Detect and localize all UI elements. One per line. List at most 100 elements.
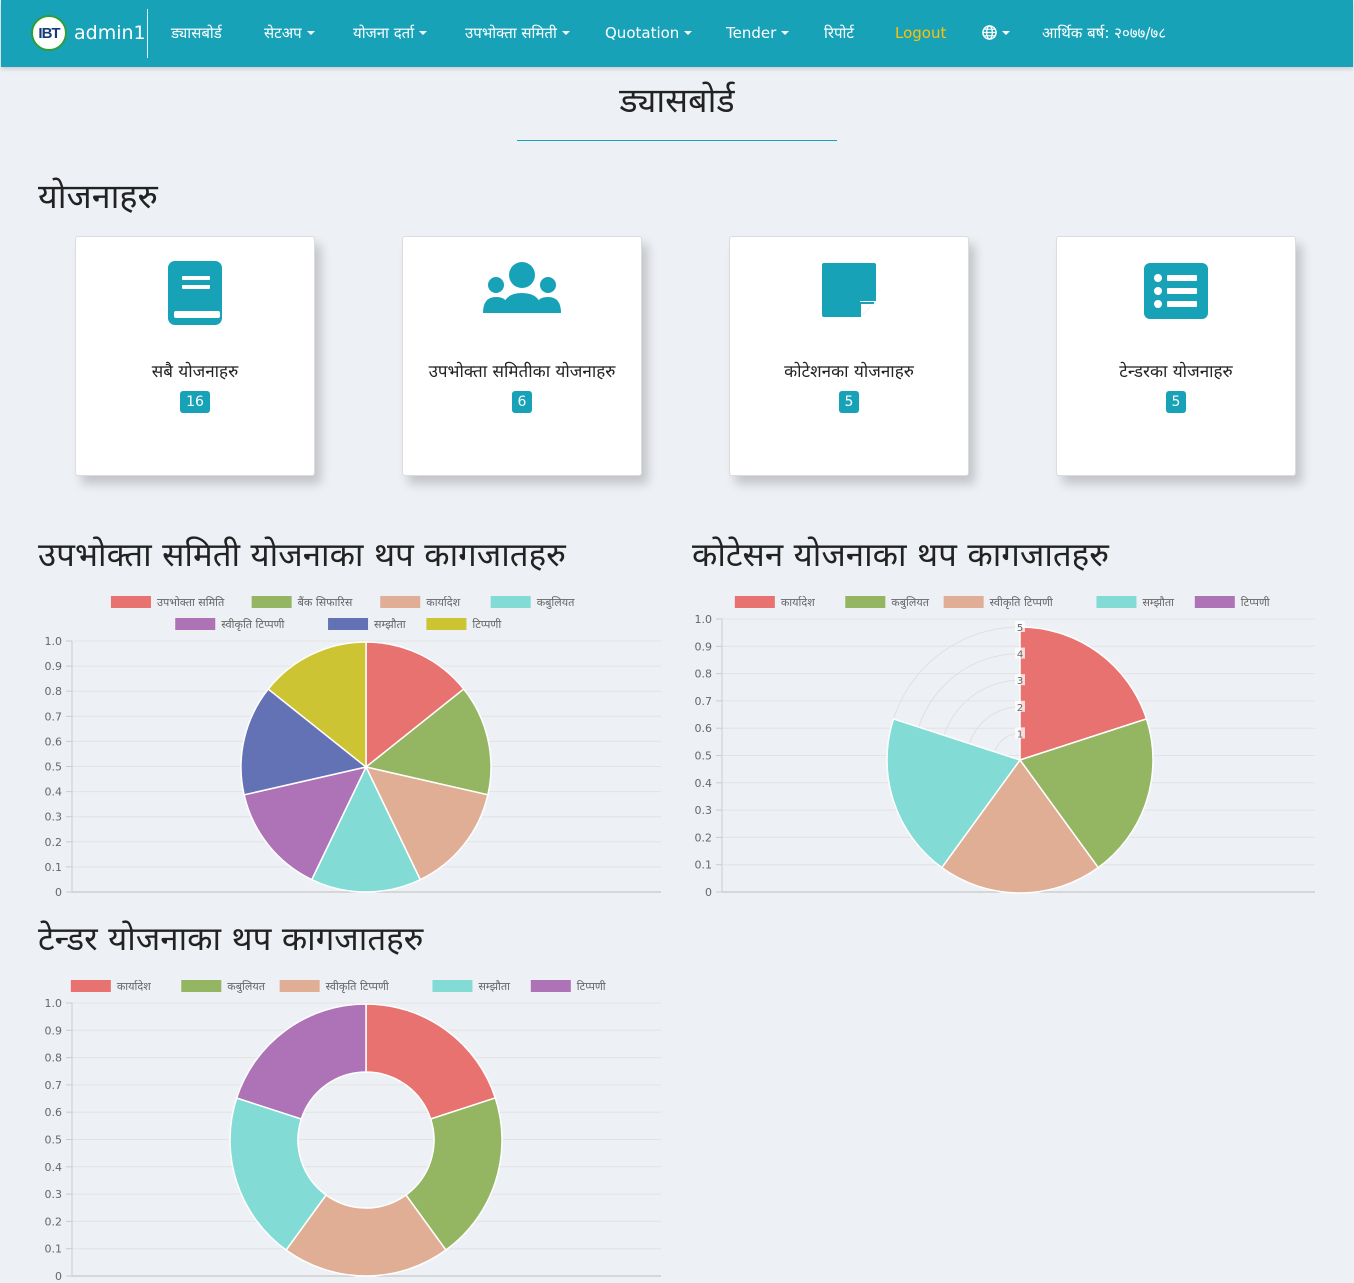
section-title: योजनाहरु bbox=[38, 177, 158, 217]
y-tick-label: 0.9 bbox=[695, 640, 713, 653]
y-tick-label: 0.4 bbox=[45, 786, 63, 799]
y-tick-label: 0.5 bbox=[695, 750, 713, 763]
title-divider bbox=[517, 140, 837, 141]
nav-setup-label: सेटअप bbox=[264, 24, 302, 42]
legend-swatch bbox=[432, 980, 473, 992]
list-icon bbox=[1144, 263, 1208, 319]
y-tick-label: 0.7 bbox=[45, 710, 63, 723]
chart-tender-doughnut: कार्यादेश कबुलियत स्वीकृति टिप्पणी सम्झौता ट… bbox=[45, 980, 661, 1283]
brand[interactable]: IBT admin1 bbox=[31, 13, 146, 53]
legend-swatch bbox=[1194, 596, 1235, 608]
card-label: कोटेशनका योजनाहरु bbox=[784, 362, 914, 382]
nav-yojana-darta[interactable]: योजना दर्ता bbox=[353, 22, 428, 44]
legend-swatch bbox=[734, 596, 775, 608]
nav-quotation-label: Quotation bbox=[605, 24, 680, 42]
language-dropdown[interactable] bbox=[982, 22, 1010, 44]
nav-logout[interactable]: Logout bbox=[895, 22, 946, 44]
legend-swatch bbox=[380, 596, 421, 608]
slice bbox=[235, 1003, 367, 1120]
legend-label: टिप्पणी bbox=[577, 980, 606, 993]
legend-label: कार्यादेश bbox=[426, 596, 460, 609]
chart-consumer-pie: उपभोक्ता समिति बैंक सिफारिस कार्यादेश कबुलि… bbox=[45, 596, 661, 899]
legend-swatch bbox=[845, 596, 886, 608]
radial-tick-label: 5 bbox=[1017, 623, 1023, 634]
nav-consumer-committee[interactable]: उपभोक्ता समिती bbox=[465, 22, 570, 44]
legend-swatch bbox=[251, 596, 292, 608]
card-label: सबै योजनाहरु bbox=[151, 362, 239, 382]
y-tick-label: 0 bbox=[55, 1270, 62, 1283]
legend-label: टिप्पणी bbox=[1241, 596, 1270, 609]
book-icon bbox=[168, 261, 222, 325]
legend-label: स्वीकृति टिप्पणी bbox=[990, 596, 1053, 609]
y-tick-label: 0 bbox=[55, 886, 62, 899]
radial-tick-label: 4 bbox=[1017, 650, 1023, 661]
y-tick-label: 0.3 bbox=[695, 804, 713, 817]
brand-divider bbox=[147, 9, 148, 58]
caret-down-icon bbox=[781, 31, 790, 35]
brand-name[interactable]: admin1 bbox=[74, 22, 146, 44]
radial-tick-label: 1 bbox=[1017, 729, 1023, 740]
legend-swatch bbox=[530, 980, 571, 992]
users-icon bbox=[483, 262, 561, 313]
chart-heading-quotation: कोटेसन योजनाका थप कागजातहरु bbox=[692, 535, 1109, 574]
legend-swatch bbox=[181, 980, 222, 992]
navbar: IBT admin1 ड्यासबोर्ड सेटअप योजना दर्ता … bbox=[1, 0, 1353, 67]
legend-swatch bbox=[110, 596, 151, 608]
card-label: टेन्डरका योजनाहरु bbox=[1119, 362, 1233, 382]
y-tick-label: 0.9 bbox=[45, 1024, 63, 1037]
y-tick-label: 0.7 bbox=[695, 695, 713, 708]
nav-report[interactable]: रिपोर्ट bbox=[824, 22, 854, 44]
legend-swatch bbox=[1096, 596, 1137, 608]
y-tick-label: 1.0 bbox=[45, 997, 63, 1010]
y-tick-label: 0.2 bbox=[45, 1215, 63, 1228]
card-tender-yojana[interactable]: टेन्डरका योजनाहरु 5 bbox=[1056, 236, 1296, 476]
y-tick-label: 1.0 bbox=[695, 613, 713, 626]
y-tick-label: 0.8 bbox=[45, 685, 63, 698]
legend-label: स्वीकृति टिप्पणी bbox=[326, 980, 389, 993]
nav-setup[interactable]: सेटअप bbox=[264, 22, 315, 44]
legend-label: सम्झौता bbox=[478, 980, 510, 993]
brand-logo[interactable]: IBT bbox=[31, 15, 67, 51]
y-tick-label: 0.2 bbox=[45, 836, 63, 849]
y-tick-label: 0.6 bbox=[695, 722, 713, 735]
y-tick-label: 0.6 bbox=[45, 735, 63, 748]
card-consumer-yojana[interactable]: उपभोक्ता समितीका योजनाहरु 6 bbox=[402, 236, 642, 476]
card-all-yojana[interactable]: सबै योजनाहरु 16 bbox=[75, 236, 315, 476]
nav-dashboard[interactable]: ड्यासबोर्ड bbox=[171, 22, 222, 44]
legend-label: कबुलियत bbox=[891, 596, 929, 609]
y-tick-label: 0.2 bbox=[695, 831, 713, 844]
y-tick-label: 0.3 bbox=[45, 811, 63, 824]
y-tick-label: 0.1 bbox=[695, 859, 713, 872]
y-tick-label: 0.4 bbox=[45, 1161, 63, 1174]
card-quotation-yojana[interactable]: कोटेशनका योजनाहरु 5 bbox=[729, 236, 969, 476]
nav-tender[interactable]: Tender bbox=[726, 22, 790, 44]
legend-swatch bbox=[328, 618, 369, 630]
nav-quotation[interactable]: Quotation bbox=[605, 22, 693, 44]
nav-tender-label: Tender bbox=[726, 24, 777, 42]
caret-down-icon bbox=[684, 31, 693, 35]
legend-swatch bbox=[943, 596, 984, 608]
nav-report-label: रिपोर्ट bbox=[824, 24, 854, 42]
y-tick-label: 0.1 bbox=[45, 1243, 63, 1256]
legend-label: उपभोक्ता समिति bbox=[157, 596, 225, 609]
count-badge: 5 bbox=[1165, 391, 1187, 413]
y-tick-label: 0 bbox=[705, 886, 712, 899]
y-tick-label: 0.8 bbox=[45, 1052, 63, 1065]
count-badge: 6 bbox=[511, 391, 533, 413]
fiscal-year: आर्थिक बर्ष: २०७७/७८ bbox=[1042, 24, 1166, 42]
y-tick-label: 0.6 bbox=[45, 1106, 63, 1119]
card-label: उपभोक्ता समितीका योजनाहरु bbox=[428, 362, 616, 382]
radial-tick-label: 2 bbox=[1017, 703, 1023, 714]
legend-label: स्वीकृति टिप्पणी bbox=[221, 618, 284, 631]
globe-icon bbox=[982, 25, 997, 40]
y-tick-label: 0.8 bbox=[695, 668, 713, 681]
slice bbox=[365, 1003, 497, 1120]
y-tick-label: 0.3 bbox=[45, 1188, 63, 1201]
legend-label: बैंक सिफारिस bbox=[298, 596, 353, 609]
y-tick-label: 0.5 bbox=[45, 1134, 63, 1147]
caret-down-icon bbox=[306, 31, 315, 35]
legend-label: कार्यादेश bbox=[781, 596, 815, 609]
chart-heading-tender: टेन्डर योजनाका थप कागजातहरु bbox=[38, 919, 424, 958]
nav-consumer-committee-label: उपभोक्ता समिती bbox=[465, 24, 557, 42]
y-tick-label: 0.5 bbox=[45, 761, 63, 774]
